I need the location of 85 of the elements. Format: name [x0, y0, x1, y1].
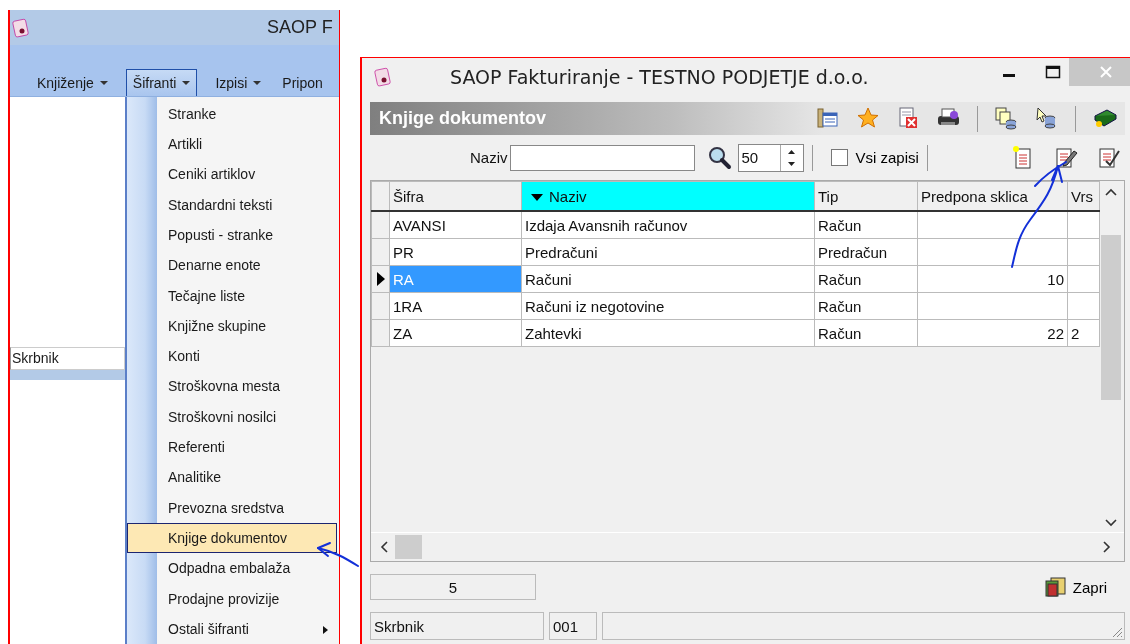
- menu-item[interactable]: Tečajne liste: [157, 280, 337, 311]
- row-indicator[interactable]: [371, 211, 390, 239]
- status-field: Skrbnik: [10, 346, 125, 370]
- database-cursor-icon[interactable]: [1035, 107, 1058, 130]
- delete-document-icon[interactable]: [897, 107, 920, 130]
- panel-title: Knjige dokumentov: [379, 108, 546, 129]
- table-cell: Zahtevki: [521, 319, 815, 347]
- current-row-icon: [375, 271, 387, 287]
- menu-item[interactable]: Odpadna embalaža: [157, 553, 337, 584]
- menu-bar-item[interactable]: Knjiženje: [30, 68, 115, 96]
- column-header[interactable]: Naziv: [521, 181, 815, 211]
- scroll-down-icon[interactable]: [1104, 518, 1118, 528]
- menu-bar-item[interactable]: Pripon: [279, 68, 324, 96]
- submenu-arrow-icon: [323, 625, 328, 634]
- edit-check-icon[interactable]: [1098, 146, 1121, 169]
- scrollbar-thumb[interactable]: [395, 535, 422, 559]
- menu-item[interactable]: Knjige dokumentov: [127, 522, 337, 554]
- column-header[interactable]: Tip: [814, 181, 918, 211]
- edit-document-icon[interactable]: [1055, 146, 1078, 169]
- column-header[interactable]: Šifra: [389, 181, 522, 211]
- field-label: Naziv: [470, 149, 508, 166]
- maximize-icon[interactable]: [1045, 65, 1061, 79]
- caret-icon: [182, 80, 191, 85]
- table-cell: 22: [917, 319, 1068, 347]
- checkbox-icon[interactable]: [830, 149, 848, 166]
- column-header[interactable]: Vrs: [1067, 181, 1100, 211]
- menu-item[interactable]: Analitike: [157, 462, 337, 493]
- table-cell: Izdaja Avansnih računov: [521, 211, 815, 239]
- menu-item[interactable]: Referenti: [157, 431, 337, 463]
- scroll-right-icon[interactable]: [1102, 540, 1112, 554]
- status-bar-cell: Skrbnik: [370, 612, 544, 640]
- menu-item[interactable]: Ceniki artiklov: [157, 159, 337, 190]
- menu-item[interactable]: Standardni teksti: [157, 189, 337, 220]
- status-bar-cell: 001: [549, 612, 597, 640]
- table-cell: Račun: [814, 211, 918, 239]
- scrollbar-thumb[interactable]: [1101, 235, 1121, 400]
- database-document-icon[interactable]: [995, 107, 1018, 130]
- menu-bar-item[interactable]: Izpisi: [208, 68, 269, 96]
- table-cell: 10: [917, 265, 1068, 293]
- menu-item[interactable]: Stroškovni nosilci: [157, 401, 337, 432]
- close-folders-icon[interactable]: [1044, 575, 1069, 599]
- table-cell: Računi iz negotovine: [521, 292, 815, 320]
- table-cell: Predračuni: [521, 238, 815, 266]
- table-cell: ZA: [389, 319, 522, 347]
- window-title: SAOP F: [267, 17, 333, 38]
- menu-item[interactable]: Knjižne skupine: [157, 310, 337, 342]
- columns-icon[interactable]: [817, 107, 840, 130]
- name-field[interactable]: [509, 144, 695, 171]
- table-cell: Račun: [814, 292, 918, 320]
- app-icon: [12, 17, 30, 38]
- sort-arrow-icon: [531, 193, 543, 201]
- table-cell: Predračun: [814, 238, 918, 266]
- table-cell: Račun: [814, 319, 918, 347]
- scroll-up-icon[interactable]: [1104, 187, 1118, 197]
- column-header[interactable]: Predpona sklica: [917, 181, 1068, 211]
- table-cell: 1RA: [389, 292, 522, 320]
- caret-icon: [99, 80, 108, 85]
- menu-item[interactable]: Denarne enote: [157, 250, 337, 281]
- page-size-spinner[interactable]: 50: [737, 143, 804, 172]
- scroll-left-icon[interactable]: [379, 540, 389, 554]
- all-records-checkbox[interactable]: Vsi zapisi: [830, 149, 919, 166]
- table-cell: Računi: [521, 265, 815, 293]
- menu-item[interactable]: Ostali šifranti: [157, 613, 337, 644]
- menu-item[interactable]: Prevozna sredstva: [157, 492, 337, 523]
- menu-item[interactable]: Stranke: [157, 98, 337, 129]
- menu-item[interactable]: Artikli: [157, 128, 337, 160]
- menu-bar-item[interactable]: Šifranti: [125, 68, 198, 96]
- close-button[interactable]: Zapri: [1044, 575, 1107, 599]
- window-title: SAOP Fakturiranje - TESTNO PODJETJE d.o.o.: [450, 66, 869, 88]
- app-icon: [374, 67, 392, 87]
- table-cell: Račun: [814, 265, 918, 293]
- table-cell: PR: [389, 238, 522, 266]
- caret-icon: [253, 80, 262, 85]
- table-cell: AVANSI: [389, 211, 522, 239]
- record-count: 5: [370, 574, 536, 600]
- handdrawn-arrow: [317, 542, 359, 567]
- table-cell: RA: [389, 265, 522, 293]
- star-icon[interactable]: [857, 107, 880, 130]
- row-indicator[interactable]: [371, 265, 390, 293]
- menu-item[interactable]: Stroškovna mesta: [157, 371, 337, 402]
- menu-item[interactable]: Prodajne provizije: [157, 583, 337, 614]
- resize-grip-icon[interactable]: [1111, 626, 1123, 638]
- menu-item[interactable]: Popusti - stranke: [157, 219, 337, 251]
- menu-item[interactable]: Konti: [157, 341, 337, 372]
- search-icon[interactable]: [707, 145, 732, 170]
